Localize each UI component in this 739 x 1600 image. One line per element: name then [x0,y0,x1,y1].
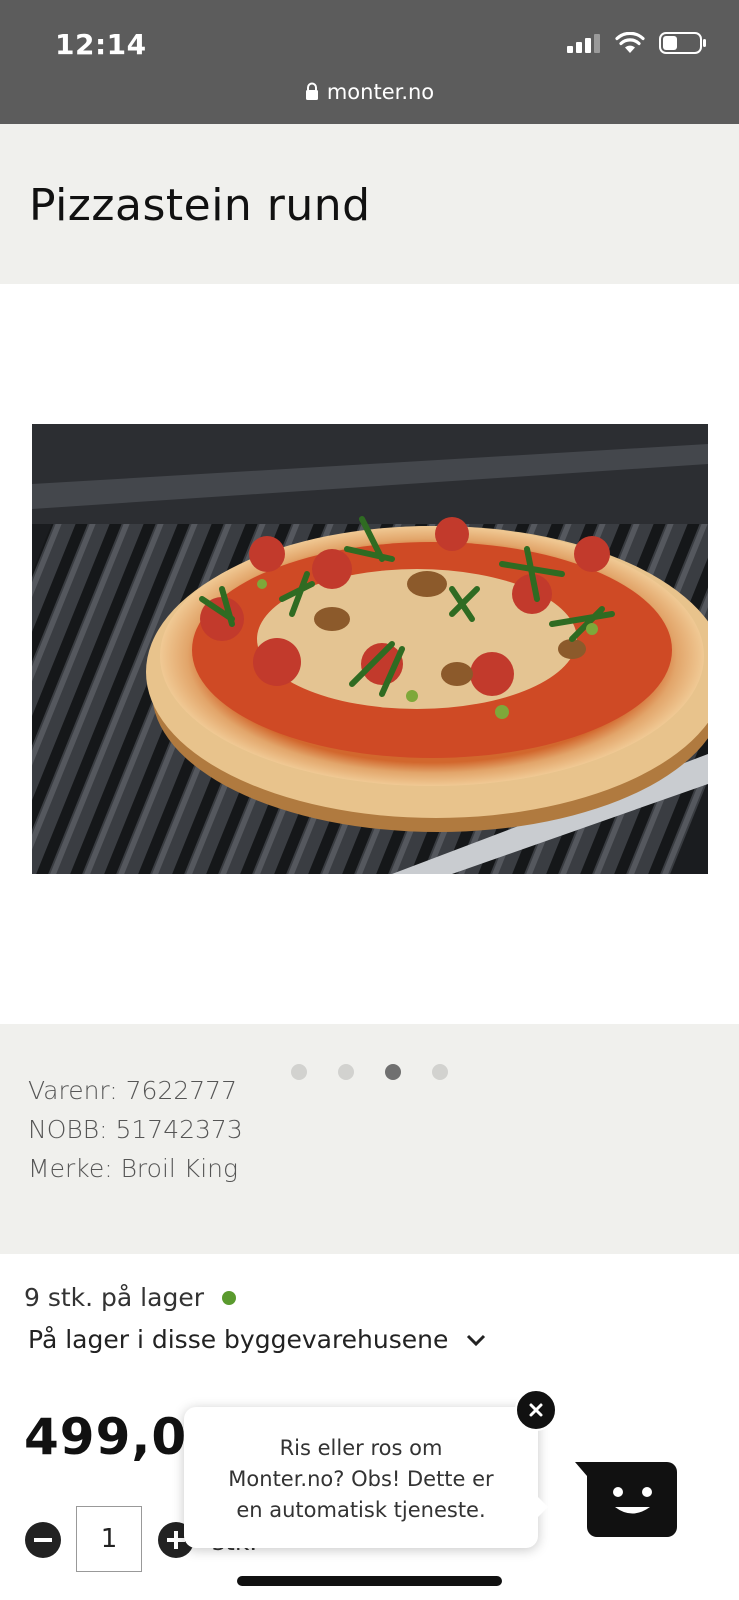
home-indicator[interactable] [237,1576,502,1586]
page-title: Pizzastein rund [29,180,371,231]
url-text: monter.no [326,80,435,104]
lock-icon [305,82,318,100]
store-availability-toggle[interactable]: På lager i disse byggevarehusene [28,1325,486,1354]
spec-item-nobb: NOBB: 51742373 [28,1115,243,1144]
cellular-signal-icon [567,34,600,53]
chat-prompt-line: Monter.no? Obs! Dette er [228,1467,494,1491]
in-stock-indicator [221,1290,236,1305]
gallery-dot-4[interactable] [432,1064,448,1080]
product-gallery[interactable] [0,284,739,1024]
chat-prompt-bubble[interactable]: Ris eller ros om Monter.no? Obs! Dette e… [184,1407,548,1548]
chatbot-face-icon [575,1462,677,1537]
store-availability-label: På lager i disse byggevarehusene [28,1325,449,1354]
stock-status: 9 stk. på lager [24,1283,236,1312]
product-info-panel: Varenr: 7622777 NOBB: 51742373 Merke: Br… [0,1024,739,1254]
quantity-decrease-button[interactable] [25,1522,61,1558]
status-icons [567,32,707,54]
product-image [32,424,708,874]
chevron-down-icon [467,1334,486,1346]
wifi-icon [615,32,645,53]
chat-prompt-line: en automatisk tjeneste. [236,1498,486,1522]
browser-status-bar: 12:14 monter.no [0,0,739,124]
stock-text: 9 stk. på lager [24,1283,204,1312]
gallery-dot-1[interactable] [291,1064,307,1080]
address-bar[interactable]: monter.no [0,80,739,104]
gallery-dot-2[interactable] [338,1064,354,1080]
spec-item-article-number: Varenr: 7622777 [28,1076,237,1105]
title-section: Pizzastein rund [0,124,739,284]
chat-prompt-message: Ris eller ros om Monter.no? Obs! Dette e… [184,1433,538,1526]
chatbot-launcher-button[interactable] [575,1462,677,1537]
chat-prompt-line: Ris eller ros om [279,1436,443,1460]
quantity-input[interactable] [76,1506,142,1572]
bubble-tail [536,1495,548,1519]
close-chat-prompt-button[interactable] [515,1389,557,1431]
gallery-dot-3[interactable] [385,1064,401,1080]
battery-icon [659,32,706,54]
close-icon [529,1403,543,1417]
status-time: 12:14 [55,28,147,61]
spec-item-brand: Merke: Broil King [28,1154,238,1183]
